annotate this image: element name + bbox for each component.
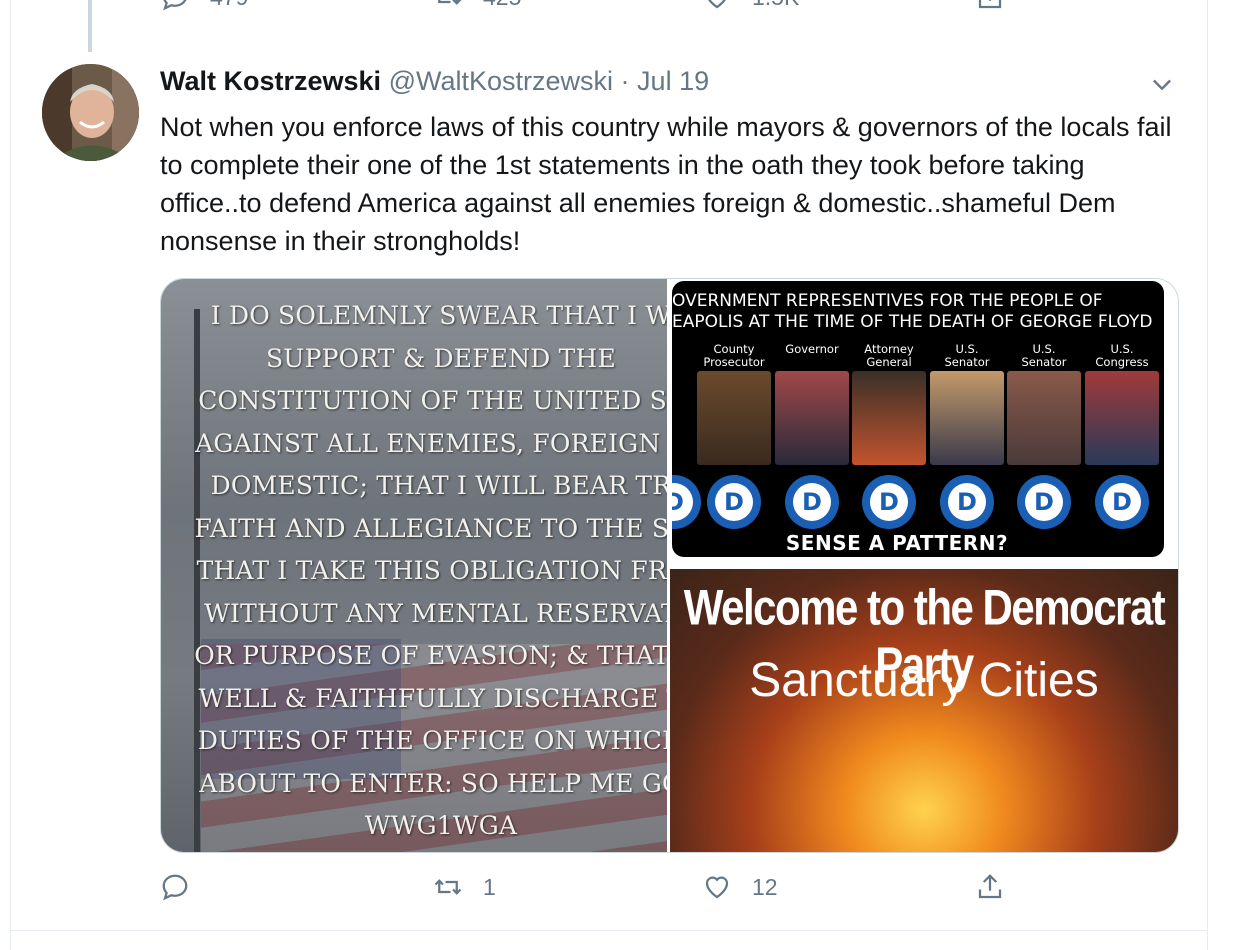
representative-photo	[852, 371, 926, 465]
reply-icon	[162, 874, 188, 901]
share-icon	[978, 874, 1002, 899]
avatar-image	[42, 64, 139, 161]
user-handle[interactable]: @WaltKostrzewski	[389, 66, 613, 96]
representative-photo	[1007, 371, 1081, 465]
tweet-divider	[10, 930, 1208, 931]
role-label: U.S. Congress	[1095, 342, 1149, 369]
representatives-title: OVERNMENT REPRESENTIVES FOR THE PEOPLE O…	[672, 291, 1153, 332]
media-grid: I DO SOLEMNLY SWEAR THAT I W SUPPORT & D…	[160, 278, 1179, 853]
democrat-logo-letter: D	[948, 483, 986, 521]
like-icon	[708, 0, 726, 9]
tweet-text: Not when you enforce laws of this countr…	[160, 112, 1172, 256]
role-label: Governor	[785, 342, 839, 356]
democrat-logo: D	[707, 475, 761, 529]
retweet-icon	[434, 879, 462, 895]
democrat-logo: D	[672, 475, 701, 529]
role-label: U.S. Senator	[944, 342, 990, 369]
previous-like-button[interactable]: 1.5K	[702, 0, 799, 12]
role-label: Attorney General	[864, 342, 914, 369]
like-button[interactable]: 12	[702, 872, 778, 902]
democrat-logo-letter: D	[672, 483, 693, 521]
previous-tweet-actions: 479 425 1.5K	[0, 0, 1238, 22]
tweet-date[interactable]: Jul 19	[637, 66, 709, 96]
representative-photo	[775, 371, 849, 465]
display-name[interactable]: Walt Kostrzewski	[160, 66, 381, 96]
representative-photo	[697, 371, 771, 465]
retweet-button[interactable]: 1	[433, 872, 496, 902]
democrat-logo: D	[940, 475, 994, 529]
reply-button[interactable]	[160, 872, 210, 902]
role-label: U.S. Senator	[1021, 342, 1067, 369]
previous-share-button[interactable]	[975, 0, 1025, 12]
previous-like-count: 1.5K	[752, 0, 799, 11]
previous-reply-count: 479	[210, 0, 248, 11]
representative-photo	[1085, 371, 1159, 465]
democrat-logo: D	[1017, 475, 1071, 529]
democrat-logo-letter: D	[870, 483, 908, 521]
pattern-caption: SENSE A PATTERN?	[785, 531, 1009, 555]
tweet-actions: 1 12	[0, 872, 1238, 912]
media-image-sanctuary-cities[interactable]: Welcome to the Democrat Party Sanctuary …	[670, 569, 1178, 852]
retweet-count: 1	[483, 873, 496, 900]
democrat-logo-letter: D	[715, 483, 753, 521]
avatar[interactable]	[42, 64, 139, 161]
democrat-logo-letter: D	[793, 483, 831, 521]
representative-photo	[930, 371, 1004, 465]
democrat-logo: D	[862, 475, 916, 529]
like-count: 12	[752, 873, 778, 900]
democrat-logo-letter: D	[1025, 483, 1063, 521]
reply-icon	[163, 0, 187, 11]
chevron-down-icon[interactable]	[1148, 70, 1176, 98]
media-image-oath[interactable]: I DO SOLEMNLY SWEAR THAT I W SUPPORT & D…	[161, 279, 667, 852]
share-button[interactable]	[975, 872, 1025, 902]
oath-text: I DO SOLEMNLY SWEAR THAT I W SUPPORT & D…	[194, 301, 667, 840]
previous-retweet-button[interactable]: 425	[433, 0, 521, 12]
media-image-representatives[interactable]: OVERNMENT REPRESENTIVES FOR THE PEOPLE O…	[670, 279, 1178, 566]
democrat-logo-letter: D	[1103, 483, 1141, 521]
previous-retweet-count: 425	[483, 0, 521, 11]
democrat-logo: D	[785, 475, 839, 529]
sanctuary-subhead: Sanctuary Cities	[749, 654, 1099, 707]
separator-dot: ·	[620, 66, 630, 96]
role-label: County Prosecutor	[703, 342, 765, 369]
representatives-panel: OVERNMENT REPRESENTIVES FOR THE PEOPLE O…	[672, 281, 1164, 557]
tweet-header: Walt Kostrzewski @WaltKostrzewski · Jul …	[160, 66, 709, 97]
previous-reply-button[interactable]: 479	[160, 0, 248, 12]
share-icon	[978, 0, 1002, 9]
like-icon	[705, 876, 729, 899]
democrat-logo: D	[1095, 475, 1149, 529]
retweet-icon	[438, 0, 462, 5]
